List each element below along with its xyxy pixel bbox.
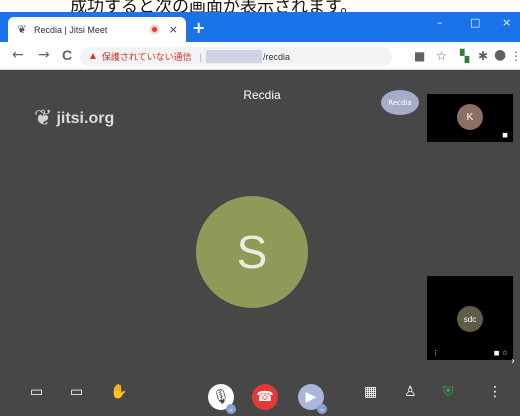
tab-bar: ❦ Recdia | Jitsi Meet × + – □ × [0,12,520,42]
security-shield-icon[interactable]: ⛨ [443,384,454,400]
camera-off-icon: ◼ [502,131,508,139]
thumbnail-menu-icon[interactable]: ⋮ [432,349,439,357]
browser-toolbar: ← → C ▲ 保護されていない通信 | /recdia ■ ☆ ▚ ✱ ● ⋮ [0,42,520,70]
address-bar[interactable]: ▲ 保護されていない通信 | /recdia [80,47,392,66]
tab-title: Recdia | Jitsi Meet [34,24,108,35]
maximize-button[interactable]: □ [470,16,480,29]
main-participant-avatar: S [196,196,308,308]
url-path: /recdia [262,51,290,62]
window-close-button[interactable]: × [502,16,511,29]
caption-text: 成功すると次の画面が表示されます。 [70,0,358,12]
tile-view-icon[interactable]: ▦ [364,384,377,400]
extensions-puzzle-icon[interactable]: ✱ [478,49,488,63]
browser-window: ❦ Recdia | Jitsi Meet × + – □ × ← → C ▲ … [0,12,520,416]
screen-share-icon[interactable]: ▭ [70,384,83,400]
room-avatar: Recdia [381,90,419,115]
active-tab[interactable]: ❦ Recdia | Jitsi Meet × [8,17,186,42]
camera-off-star-icon: ◼ ☆ [493,349,508,357]
profile-icon[interactable]: ● [494,47,506,63]
reload-button[interactable]: C [62,47,72,63]
camera-in-use-icon[interactable]: ■ [414,49,425,63]
bookmark-star-icon[interactable]: ☆ [436,49,447,63]
more-options-icon[interactable]: ⋮ [488,384,502,400]
back-button[interactable]: ← [12,47,24,63]
jitsi-favicon-icon: ❦ [17,23,27,36]
meeting-area: ❦ jitsi.org Recdia Recdia S K ◼ sdc ⋮ ◼ … [0,70,520,416]
participant-thumbnail[interactable]: K ◼ [427,94,513,142]
recording-indicator-icon [149,25,159,34]
raise-hand-icon[interactable]: ✋ [110,384,127,400]
thumbnail-avatar: K [457,104,483,130]
participants-icon[interactable]: ♙ [404,384,417,400]
room-name: Recdia [243,88,281,102]
new-tab-button[interactable]: + [192,18,205,37]
url-separator: | [199,51,202,62]
article-caption: 成功すると次の画面が表示されます。 [0,0,520,12]
jitsi-logo-text: jitsi.org [56,109,115,127]
hangup-button[interactable]: ☎ [252,384,278,410]
tab-close-button[interactable]: × [169,23,178,36]
thumbnail-avatar: sdc [457,306,483,332]
meeting-toolbar: ▭ ▭ ✋ 🎙 ⌄ ☎ ▶ ⌄ ▦ ♙ ⛨ ⋮ [0,382,520,416]
mic-options-icon[interactable]: ⌄ [226,404,236,414]
forward-button[interactable]: → [38,47,50,63]
chevron-right-icon[interactable]: › [511,356,515,367]
extension-icon[interactable]: ▚ [460,49,469,63]
warning-triangle-icon: ▲ [88,51,98,62]
local-participant-thumbnail[interactable]: sdc ⋮ ◼ ☆ [427,276,513,360]
jitsi-logo[interactable]: ❦ jitsi.org [34,106,114,131]
minimize-button[interactable]: – [437,16,443,29]
redacted-domain [205,50,262,63]
jitsi-logo-icon: ❦ [34,106,53,131]
camera-options-icon[interactable]: ⌄ [317,404,327,414]
browser-menu-icon[interactable]: ⋮ [510,49,520,63]
chat-icon[interactable]: ▭ [30,384,43,400]
insecure-connection-label[interactable]: 保護されていない通信 [102,50,192,63]
